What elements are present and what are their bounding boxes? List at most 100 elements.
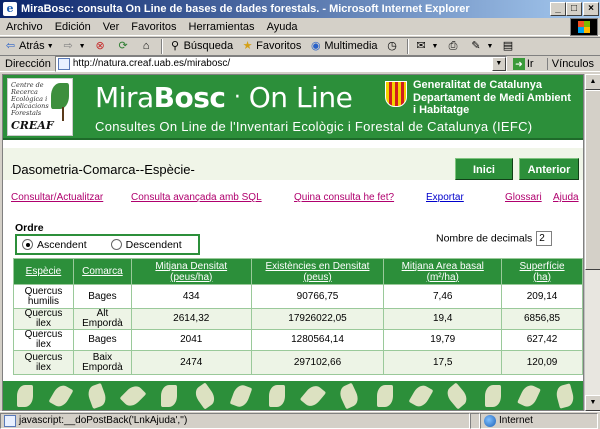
cell-stock: 17926022,05: [250, 308, 385, 330]
back-button[interactable]: ⇦ Atrás ▼: [0, 40, 58, 53]
scroll-up-button[interactable]: ▲: [585, 74, 600, 90]
edit-icon: ✎: [471, 39, 481, 52]
leaf-icon: [337, 382, 361, 410]
multimedia-button[interactable]: ◉ Multimedia: [305, 40, 381, 53]
generalitat-line-3: i Habitatge: [413, 104, 470, 116]
page-title: Dasometria-Comarca--Espècie-: [12, 162, 195, 177]
vertical-scrollbar[interactable]: ▲ ▼: [584, 74, 600, 411]
mail-button[interactable]: ✉ ▼: [411, 40, 443, 53]
back-arrow-icon: ⇦: [5, 39, 16, 52]
column-header-species[interactable]: Espècie: [13, 258, 74, 285]
results-table: Espècie Comarca Mitjana Densitat (peus/ha…: [13, 258, 583, 375]
creaf-logo[interactable]: Centre de Recerca Ecològica i Aplicacion…: [7, 78, 73, 136]
consult-update-link[interactable]: Consultar/Actualitzar: [11, 192, 103, 203]
edit-button[interactable]: ✎ ▼: [465, 40, 497, 53]
tree-trunk-icon: [62, 107, 64, 121]
glossary-link[interactable]: Glossari: [505, 192, 542, 203]
brand-part-bosc: Bosc: [153, 81, 226, 114]
cell-comarca: Bages: [72, 284, 132, 309]
cell-stock: 1280564,14: [250, 329, 385, 351]
leaf-icon: [443, 382, 471, 410]
menu-archivo[interactable]: Archivo: [0, 21, 49, 33]
cell-area: 209,14: [501, 284, 583, 309]
column-header-area[interactable]: Superfície (ha): [501, 258, 583, 285]
cell-density: 2041: [130, 329, 252, 351]
leaf-icon: [119, 382, 147, 410]
minimize-button[interactable]: _: [550, 2, 566, 16]
creaf-logo-name: CREAF: [11, 119, 54, 132]
close-button[interactable]: ×: [583, 2, 599, 16]
leaf-icon: [269, 385, 285, 407]
ascending-radio[interactable]: Ascendent: [22, 239, 87, 251]
mail-icon: ✉: [416, 39, 426, 52]
which-query-link[interactable]: Quina consulta he fet?: [294, 192, 394, 203]
previous-page-button[interactable]: Anterior: [519, 158, 579, 180]
search-label: Búsqueda: [183, 40, 234, 52]
address-dropdown-button[interactable]: ▼: [491, 56, 506, 71]
generalitat-logo[interactable]: Generalitat de Catalunya Departament de …: [413, 79, 571, 117]
page-icon: [57, 57, 70, 70]
scroll-down-button[interactable]: ▼: [585, 395, 600, 411]
history-icon: ◷: [387, 39, 397, 52]
menu-herramientas[interactable]: Herramientas: [183, 21, 261, 33]
address-input[interactable]: http://natura.creaf.uab.es/mirabosc/ ▼: [54, 55, 507, 72]
leaf-icon: [51, 83, 69, 109]
descending-radio-dot[interactable]: [110, 239, 122, 250]
stop-button[interactable]: ⊗: [90, 40, 113, 53]
print-button[interactable]: ⎙: [442, 40, 465, 53]
status-zone-cell: Internet: [480, 412, 598, 429]
discuss-button[interactable]: ▤: [497, 40, 520, 53]
leaf-icon: [377, 385, 393, 407]
mail-dropdown-icon[interactable]: ▼: [432, 43, 439, 50]
scroll-thumb[interactable]: [585, 90, 600, 270]
stop-icon: ⊗: [95, 39, 105, 52]
page-icon: [4, 414, 16, 427]
leaf-icon: [229, 382, 253, 410]
leaf-icon: [17, 385, 33, 407]
go-button[interactable]: ➜ Ir: [512, 57, 534, 70]
favorites-label: Favoritos: [256, 40, 302, 52]
generalitat-line-1: Generalitat de Catalunya: [413, 79, 542, 91]
column-header-basal-area[interactable]: Mitjana Area basal (m²/ha): [383, 258, 503, 285]
menu-ayuda[interactable]: Ayuda: [261, 21, 304, 33]
leaf-icon: [299, 382, 327, 410]
decimals-input[interactable]: 2: [536, 231, 553, 246]
menu-edicion[interactable]: Edición: [49, 21, 97, 33]
menu-favoritos[interactable]: Favoritos: [125, 21, 182, 33]
order-group: Ordre Ascendent Descendent: [15, 222, 200, 256]
cell-area: 627,42: [501, 329, 583, 351]
column-header-comarca[interactable]: Comarca: [72, 258, 132, 285]
forward-button[interactable]: ⇨ ▼: [58, 40, 90, 53]
cell-area: 120,09: [501, 350, 583, 375]
column-header-stock[interactable]: Existències en Densitat (peus): [250, 258, 385, 285]
home-page-button[interactable]: Inici: [455, 158, 513, 180]
brand-part-online: On Line: [248, 81, 353, 114]
status-zone: Internet: [499, 415, 533, 426]
history-button[interactable]: ◷: [382, 40, 405, 53]
site-banner: Centre de Recerca Ecològica i Aplicacion…: [3, 75, 583, 140]
back-dropdown-icon[interactable]: ▼: [47, 43, 54, 50]
descending-radio[interactable]: Descendent: [110, 239, 182, 251]
favorites-button[interactable]: ★ Favoritos: [237, 40, 305, 53]
address-bar: Dirección http://natura.creaf.uab.es/mir…: [0, 55, 600, 72]
advanced-sql-link[interactable]: Consulta avançada amb SQL: [131, 192, 262, 203]
ascending-radio-dot[interactable]: [22, 239, 33, 250]
window-titlebar: e MiraBosc: consulta On Line de bases de…: [0, 0, 600, 18]
back-label: Atrás: [19, 40, 45, 52]
forward-dropdown-icon[interactable]: ▼: [79, 43, 86, 50]
cell-species: Quercus humilis: [13, 284, 74, 309]
leaf-icon: [485, 385, 501, 407]
menu-ver[interactable]: Ver: [97, 21, 126, 33]
export-link[interactable]: Exportar: [426, 192, 464, 203]
maximize-button[interactable]: □: [566, 2, 582, 16]
edit-dropdown-icon[interactable]: ▼: [486, 43, 493, 50]
links-button[interactable]: Vínculos: [546, 57, 600, 70]
refresh-button[interactable]: ⟳: [113, 40, 136, 53]
favorites-icon: ★: [242, 39, 253, 52]
cell-basal-area: 19,79: [383, 329, 503, 351]
search-button[interactable]: ⚲ Búsqueda: [165, 40, 238, 53]
home-button[interactable]: ⌂: [136, 40, 159, 53]
cell-stock: 90766,75: [250, 284, 385, 309]
column-header-density[interactable]: Mitjana Densitat (peus/ha): [130, 258, 252, 285]
help-link[interactable]: Ajuda: [553, 192, 579, 203]
